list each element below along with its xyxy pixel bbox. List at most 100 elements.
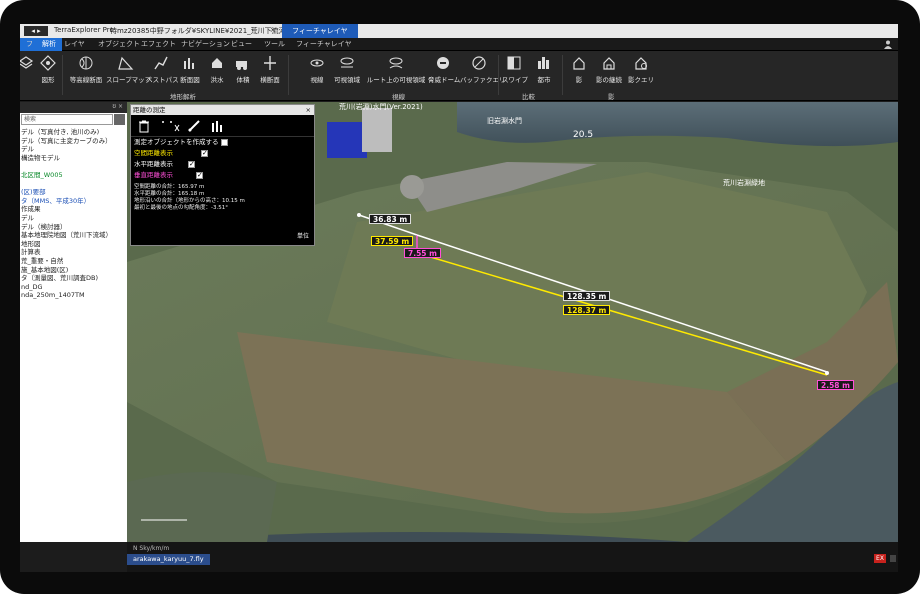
ribbon-polygon-button[interactable]: 図形 xyxy=(38,55,58,89)
tab-view[interactable]: ビュー xyxy=(225,38,258,51)
tree-search-input[interactable]: 検索 xyxy=(21,114,113,125)
ribbon-shadow-button[interactable]: 影 xyxy=(570,55,588,89)
ribbon-separator xyxy=(62,55,63,95)
vertical-distance-label: 2.58 m xyxy=(817,380,854,390)
ribbon-label: 断面図 xyxy=(180,76,200,84)
horizontal-distance-option: 水平距離表示 xyxy=(131,159,314,170)
tree-item[interactable]: (区)要部 xyxy=(20,188,127,197)
ribbon-line-of-sight-button[interactable]: 視線 xyxy=(306,55,328,89)
buffer-query-icon xyxy=(472,56,486,70)
status-indicator-icon xyxy=(890,555,896,562)
ribbon-shadow-duration-button[interactable]: 影の継続 xyxy=(594,55,624,89)
dialog-close-icon[interactable]: × xyxy=(306,105,311,115)
context-tab[interactable]: フィーチャレイヤ xyxy=(282,24,358,38)
spatial-distance-label: 37.59 m xyxy=(371,236,414,246)
ribbon-separator xyxy=(562,55,563,95)
option-label: 空間距離表示 xyxy=(134,149,173,157)
helipad xyxy=(400,175,424,199)
tree-item[interactable]: デル（検討器） xyxy=(20,223,127,232)
error-badge[interactable]: EX xyxy=(874,554,886,563)
shadow-icon xyxy=(573,57,585,70)
title-close-icon[interactable]: × xyxy=(270,26,276,34)
elevation-label: 20.5 xyxy=(573,130,594,140)
tree-list: デル（写真付き, 池川のみ) デル（写真に主変カーブのみ） デル 構造物モデル … xyxy=(20,128,127,300)
dialog-title: 距離の測定 × xyxy=(131,105,314,115)
project-tree-panel: ʊ × 検索 デル（写真付き, 池川のみ) デル（写真に主変カーブのみ） デル … xyxy=(20,102,127,542)
spatial-distance-checkbox[interactable] xyxy=(201,148,208,159)
create-object-option: 測定オブジェクトを作成する xyxy=(131,137,314,148)
tree-item[interactable]: デル（写真付き, 池川のみ) xyxy=(20,128,127,137)
ribbon-label: 体積 xyxy=(236,76,250,84)
volume-icon xyxy=(236,61,247,70)
tree-item[interactable]: 作成果 xyxy=(20,205,127,214)
panel-controls[interactable]: ʊ × xyxy=(112,103,123,110)
tree-item[interactable]: 地形図 xyxy=(20,240,127,249)
ribbon-cross-section-button[interactable]: 横断面 xyxy=(258,55,282,89)
ribbon-shadow-query-button[interactable]: 影クエリ xyxy=(626,55,656,89)
dialog-toolbar xyxy=(131,115,314,137)
ribbon-label: 等高線断面 xyxy=(69,76,103,84)
ribbon-profile-button[interactable]: 断面図 xyxy=(178,55,202,89)
ribbon-slope-button[interactable]: スロープマップ xyxy=(106,55,151,89)
create-object-checkbox[interactable] xyxy=(221,139,228,146)
trash-icon[interactable] xyxy=(137,119,151,133)
horizontal-distance-checkbox[interactable] xyxy=(188,159,195,170)
measure-icon[interactable] xyxy=(187,119,201,133)
ribbon-label: 都市 xyxy=(537,76,551,84)
shadow-duration-icon xyxy=(603,57,615,70)
contour-icon xyxy=(79,56,93,70)
search-icon[interactable] xyxy=(114,114,125,125)
profile-icon xyxy=(184,58,194,69)
tree-item[interactable]: デル（写真に主変カーブのみ） xyxy=(20,137,127,146)
tree-item[interactable]: 施_基本地図(区) xyxy=(20,266,127,275)
status-bar: N Sky/km/m arakawa_karyuu_7.fly EX xyxy=(127,542,898,572)
tab-file[interactable]: ファイル xyxy=(20,38,36,87)
ribbon-swipe-button[interactable]: スワイプ xyxy=(502,55,528,89)
tree-item[interactable]: 基本地理院地図（荒川下流域） xyxy=(20,231,127,240)
tree-item[interactable] xyxy=(20,162,127,171)
tree-item[interactable]: タ（MMS、平成30年） xyxy=(20,197,127,206)
ribbon-label: 影の継続 xyxy=(596,76,622,84)
ribbon-best-path-button[interactable]: ベストパス xyxy=(146,55,179,89)
back-forward-icon[interactable]: ◂ ▸ xyxy=(24,26,48,36)
ribbon-label: 脅威ドーム xyxy=(428,76,461,84)
ribbon-route-viewshed-button[interactable]: ルート上の可視領域 xyxy=(366,55,426,89)
ribbon-buffer-query-button[interactable]: バッファクエリ xyxy=(460,55,506,89)
ribbon-city-button[interactable]: 都市 xyxy=(532,55,556,89)
tree-item[interactable] xyxy=(20,180,127,189)
tree-item[interactable]: nda_250m_1407TM xyxy=(20,291,127,300)
ribbon-separator xyxy=(498,55,499,95)
threat-dome-icon xyxy=(437,57,449,69)
chart-icon[interactable] xyxy=(211,119,225,133)
tree-item[interactable]: 荒_重要・自然 xyxy=(20,257,127,266)
ribbon-flood-button[interactable]: 洪水 xyxy=(206,55,228,89)
tree-item[interactable]: 北区間_W005 xyxy=(20,171,127,180)
group-label-shadow: 影 xyxy=(608,93,615,101)
vertical-distance-checkbox[interactable] xyxy=(196,170,203,181)
ribbon-volume-button[interactable]: 体積 xyxy=(232,55,254,89)
tree-item[interactable]: デル xyxy=(20,214,127,223)
path-icon[interactable] xyxy=(161,119,181,133)
slope-icon xyxy=(118,56,134,70)
tree-item[interactable]: nd_DG xyxy=(20,283,127,292)
tree-item[interactable]: タ（測量図、荒川調査DB) xyxy=(20,274,127,283)
unit-button[interactable]: 単位 xyxy=(297,231,309,240)
tab-tools[interactable]: ツール xyxy=(258,38,291,51)
ribbon-contour-button[interactable]: 等高線断面 xyxy=(66,55,106,89)
project-tab[interactable]: arakawa_karyuu_7.fly xyxy=(127,554,210,565)
ribbon-layers-button[interactable] xyxy=(20,55,34,89)
viewshed-icon xyxy=(340,57,354,68)
tree-item[interactable]: 構造物モデル xyxy=(20,154,127,163)
coordinate-readout: N Sky/km/m xyxy=(133,545,170,552)
ribbon-threat-dome-button[interactable]: 脅威ドーム xyxy=(428,55,461,89)
tab-feature-layer[interactable]: フィーチャレイヤ xyxy=(290,38,358,51)
measure-point xyxy=(825,371,829,375)
tab-layers[interactable]: レイヤ xyxy=(58,38,91,51)
layers-icon xyxy=(20,56,34,69)
polygon-icon xyxy=(40,55,56,71)
user-icon[interactable] xyxy=(884,40,892,49)
tree-item[interactable]: デル xyxy=(20,145,127,154)
ribbon-label: スロープマップ xyxy=(106,76,152,84)
ribbon-viewshed-button[interactable]: 可視領域 xyxy=(332,55,362,89)
tree-item[interactable]: 計算表 xyxy=(20,248,127,257)
